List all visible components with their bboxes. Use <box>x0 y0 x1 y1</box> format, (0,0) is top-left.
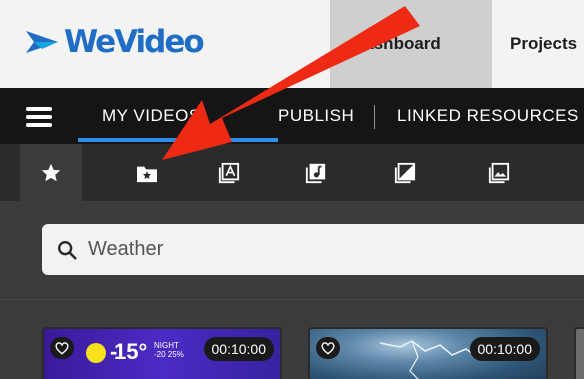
top-header: WeVideo Dashboard Projects <box>0 0 584 88</box>
temperature-value: 15° <box>114 339 148 364</box>
music-icon <box>305 163 326 183</box>
star-icon <box>41 163 61 181</box>
tab-linked-resources[interactable]: LINKED RESOURCES <box>397 88 584 144</box>
duration-badge: 00:10:00 <box>469 337 540 361</box>
menu-icon[interactable] <box>26 107 52 127</box>
tab-linked-resources-label: LINKED RESOURCES <box>397 106 579 125</box>
images-tab[interactable] <box>468 144 530 201</box>
transition-icon <box>394 162 416 183</box>
favorite-heart-button[interactable] <box>50 337 74 359</box>
text-icon <box>218 162 240 183</box>
duration-badge: 00:10:00 <box>203 337 274 361</box>
tab-separator <box>374 105 375 129</box>
library-tabs-bar: MY VIDEOS PUBLISH LINKED RESOURCES <box>0 88 584 144</box>
night-low: -20 <box>154 350 166 359</box>
video-thumbnail-partial[interactable] <box>574 327 584 379</box>
nav-projects[interactable]: Projects <box>492 0 584 88</box>
heart-icon <box>55 341 69 355</box>
search-bar[interactable] <box>42 224 584 275</box>
audio-tab[interactable] <box>285 144 347 201</box>
heart-icon <box>321 341 335 355</box>
wevideo-logo[interactable]: WeVideo <box>24 22 205 62</box>
night-label: NIGHT <box>154 341 179 350</box>
logo-mark-icon <box>26 31 58 53</box>
transitions-tab[interactable] <box>374 144 436 201</box>
sun-icon <box>86 343 106 363</box>
media-type-toolbar <box>0 144 584 201</box>
tab-publish-label: PUBLISH <box>278 106 355 125</box>
section-divider <box>0 299 584 300</box>
tab-my-videos-label: MY VIDEOS <box>102 106 201 125</box>
video-thumbnail-weather[interactable]: - 15° NIGHT -20 25% 00:10:00 <box>42 327 282 379</box>
text-tab[interactable] <box>198 144 260 201</box>
nav-dashboard[interactable]: Dashboard <box>330 0 492 88</box>
search-icon <box>58 240 77 260</box>
nav-dashboard-label: Dashboard <box>352 34 441 53</box>
tab-publish[interactable]: PUBLISH <box>190 88 354 144</box>
night-forecast: NIGHT -20 25% <box>154 341 184 359</box>
video-thumbnail-storm[interactable]: 00:10:00 <box>308 327 548 379</box>
nav-projects-label: Projects <box>510 34 578 53</box>
starred-folders-tab[interactable] <box>116 144 178 201</box>
search-input[interactable] <box>88 238 488 261</box>
favorite-heart-button[interactable] <box>316 337 340 359</box>
favorites-tab[interactable] <box>20 144 82 201</box>
folder-star-icon <box>137 166 157 182</box>
image-icon <box>488 162 510 183</box>
logo-text: WeVideo <box>64 24 205 60</box>
night-precip: 25% <box>167 350 184 359</box>
